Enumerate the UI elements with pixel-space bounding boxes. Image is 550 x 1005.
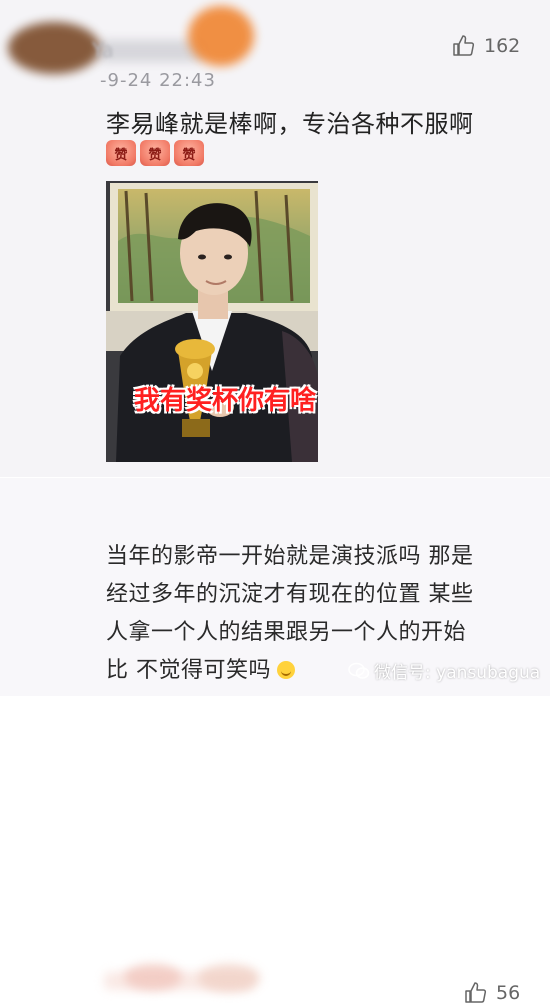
like-button[interactable]: 162 [452,34,520,58]
comment-text-line: 当年的影帝一开始就是演技派吗 那是 [106,544,474,569]
zan-emoji: 赞 [174,140,204,166]
comment-card-1: Ya -9-24 22:43 162 李易峰就是棒啊，专治各种不服啊 赞 赞 赞 [0,0,550,478]
comment-text: 李易峰就是棒啊，专治各种不服啊 [106,110,474,138]
wechat-icon [348,662,370,679]
comment-text-fragment: 比 不觉得可笑吗 [106,658,271,683]
timestamp: -9-24 22:43 [100,70,216,91]
comment-text-line: 经过多年的沉淀才有现在的位置 某些 [106,582,474,607]
emoji-row: 赞 赞 赞 [106,140,204,166]
watermark-text: 微信号: yansubagua [374,663,541,683]
thumbs-up-icon [465,982,487,1003]
comment-image[interactable]: 我有奖杯你有啥 [106,181,318,462]
like-count: 162 [484,35,521,57]
photo-illustration [106,181,318,462]
avatar-blurred[interactable] [8,22,100,74]
username[interactable]: Ya [92,38,114,62]
wechat-watermark: 微信号: yansubagua [348,658,540,683]
image-caption: 我有奖杯你有啥 [133,386,316,416]
blurred-name-smudge [198,964,260,992]
like-button[interactable]: 56 [464,981,520,1005]
thumbs-up-icon [453,35,475,56]
zan-emoji: 赞 [106,140,136,166]
blurred-name-smudge [188,6,254,66]
zan-emoji: 赞 [140,140,170,166]
smile-emoji-icon [277,661,295,679]
comment-text-line: 人拿一个人的结果跟另一个人的开始 [106,620,467,645]
like-count: 56 [496,982,521,1004]
avatar-blurred[interactable] [124,964,182,990]
